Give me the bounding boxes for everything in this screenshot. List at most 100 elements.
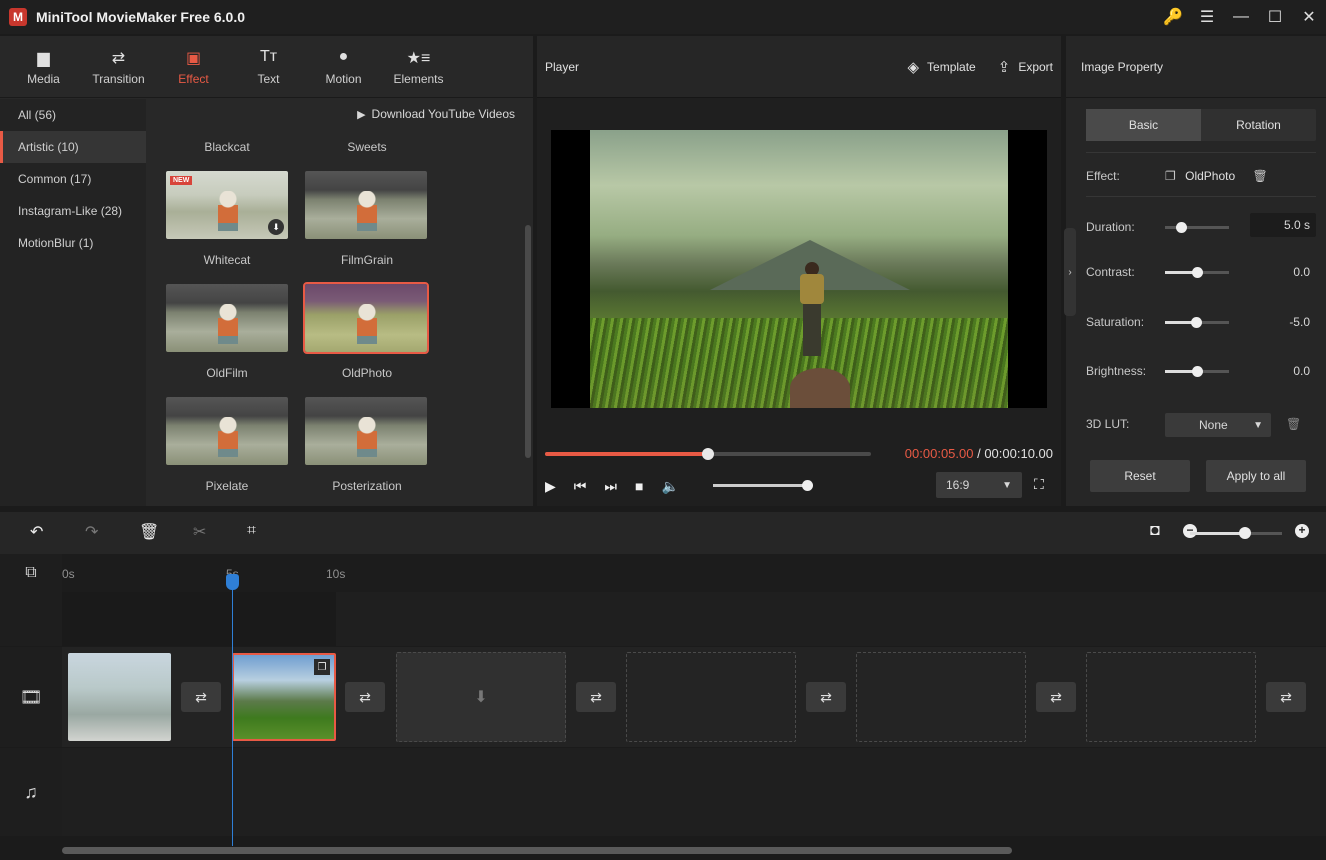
slider-knob[interactable] [1192, 366, 1203, 377]
export-button[interactable]: ⇪ Export [998, 58, 1053, 76]
tab-rotation[interactable]: Rotation [1201, 109, 1316, 141]
effect-thumb-oldphoto[interactable] [303, 282, 429, 354]
prev-frame-icon[interactable]: ⏮ [574, 478, 587, 495]
player-panel: Player ◈ Template ⇪ Export 00:00:05.00 /… [537, 36, 1061, 506]
effect-thumb-oldfilm[interactable] [166, 284, 288, 352]
tab-basic[interactable]: Basic [1086, 109, 1201, 141]
category-item-instagram-like[interactable]: Instagram-Like (28) [0, 195, 146, 227]
transition-icon[interactable]: ⇄ [181, 682, 221, 712]
redo-icon[interactable]: ↷ [85, 522, 98, 542]
transition-icon[interactable]: ⇄ [1036, 682, 1076, 712]
zoom-in-icon[interactable]: + [1295, 524, 1309, 538]
tab-text[interactable]: Tт Text [231, 36, 306, 97]
undo-icon[interactable]: ↶ [30, 522, 43, 542]
window-controls: 🔑 ☰ — ☐ ✕ [1156, 0, 1326, 34]
fullscreen-icon[interactable]: ⛶ [1034, 476, 1044, 493]
tab-transition[interactable]: ⇄ Transition [81, 36, 156, 97]
divider [1086, 196, 1316, 197]
key-icon[interactable]: 🔑 [1156, 0, 1190, 34]
effect-thumb-filmgrain[interactable] [305, 171, 427, 239]
maximize-icon[interactable]: ☐ [1258, 0, 1292, 34]
reset-button[interactable]: Reset [1090, 460, 1190, 492]
thumb-subject [357, 304, 377, 344]
category-item-artistic[interactable]: Artistic (10) [0, 131, 146, 163]
media-drop-slot[interactable] [1086, 652, 1256, 742]
lut-select[interactable]: None ▼ [1165, 413, 1271, 437]
download-youtube-link[interactable]: ▶ Download YouTube Videos [357, 107, 515, 121]
aspect-ratio-value: 16:9 [946, 478, 970, 492]
slider-knob[interactable] [1192, 267, 1203, 278]
menu-icon[interactable]: ☰ [1190, 0, 1224, 34]
timeline-scrollbar[interactable] [62, 847, 1012, 854]
transition-icon[interactable]: ⇄ [806, 682, 846, 712]
media-drop-slot[interactable] [856, 652, 1026, 742]
add-track-icon[interactable]: ⧉ [0, 554, 62, 592]
media-drop-slot[interactable]: ⬇ [396, 652, 566, 742]
transition-icon[interactable]: ⇄ [345, 682, 385, 712]
zoom-out-icon[interactable]: − [1183, 524, 1197, 538]
effect-thumb-whitecat[interactable]: NEW ⬇ [166, 171, 288, 239]
thumb-subject [218, 304, 238, 344]
aspect-ratio-select[interactable]: 16:9 ▼ [936, 472, 1022, 498]
transition-icon: ⇄ [111, 49, 126, 67]
category-item-all[interactable]: All (56) [0, 99, 146, 131]
video-clip-2[interactable]: ❐ [232, 653, 336, 741]
category-item-motionblur[interactable]: MotionBlur (1) [0, 227, 146, 259]
lut-trash-icon[interactable]: 🗑 [1286, 417, 1301, 431]
play-icon[interactable]: ▶ [545, 478, 556, 495]
category-item-common[interactable]: Common (17) [0, 163, 146, 195]
transition-icon[interactable]: ⇄ [576, 682, 616, 712]
delete-icon[interactable]: 🗑 [139, 522, 159, 542]
duration-input[interactable]: 5.0 s [1250, 213, 1316, 237]
effect-thumb-pixelate[interactable] [166, 397, 288, 465]
effect-grid: ▶ Download YouTube Videos Blackcat Sweet… [146, 99, 533, 506]
trash-icon[interactable]: 🗑 [1253, 169, 1268, 183]
library-scrollbar[interactable] [525, 225, 531, 458]
duration-slider[interactable] [1165, 222, 1229, 233]
audio-track[interactable] [62, 748, 1326, 836]
brightness-slider[interactable] [1165, 366, 1229, 377]
close-icon[interactable]: ✕ [1292, 0, 1326, 34]
apply-to-all-button[interactable]: Apply to all [1206, 460, 1306, 492]
volume-icon[interactable]: 🔈 [661, 478, 678, 495]
zoom-knob[interactable] [1239, 527, 1252, 539]
media-drop-slot[interactable] [626, 652, 796, 742]
overlay-track-gutter [0, 592, 62, 646]
volume-slider[interactable] [713, 480, 813, 491]
lut-label: 3D LUT: [1086, 417, 1130, 431]
playhead-handle[interactable] [226, 574, 239, 590]
tab-media[interactable]: ▆ Media [6, 36, 81, 97]
overlay-track[interactable] [62, 592, 1326, 646]
template-label: Template [927, 59, 976, 74]
clip-effect-icon: ❐ [314, 659, 330, 675]
transition-icon[interactable]: ⇄ [1266, 682, 1306, 712]
effect-thumb-posterization[interactable] [305, 397, 427, 465]
video-clip-1[interactable] [68, 653, 171, 741]
progress-knob[interactable] [702, 448, 714, 460]
crop-icon[interactable]: ⌗ [247, 522, 256, 540]
slider-knob[interactable] [1176, 222, 1187, 233]
audio-wave-icon[interactable]: ◘ [1150, 522, 1160, 540]
tab-effect[interactable]: ▣ Effect [156, 36, 231, 97]
effect-label-whitecat: Whitecat [203, 253, 251, 267]
timeline-ruler[interactable]: ⧉ 0s 5s 10s [0, 554, 1326, 592]
download-icon[interactable]: ⬇ [268, 219, 284, 235]
saturation-slider[interactable] [1165, 317, 1229, 328]
template-button[interactable]: ◈ Template [907, 58, 975, 76]
slider-knob[interactable] [1190, 317, 1202, 328]
tab-elements[interactable]: ★≡ Elements [381, 36, 456, 97]
minimize-icon[interactable]: — [1224, 0, 1258, 34]
preview-path [790, 368, 850, 408]
panel-collapse-handle[interactable]: › [1064, 228, 1076, 316]
library-panel: ▆ Media ⇄ Transition ▣ Effect Tт Text ● … [0, 36, 533, 506]
volume-knob[interactable] [802, 480, 813, 491]
contrast-slider[interactable] [1165, 267, 1229, 278]
app-logo-icon: M [9, 8, 27, 26]
tab-motion[interactable]: ● Motion [306, 36, 381, 97]
playback-progress[interactable] [545, 448, 871, 460]
split-icon[interactable]: ✂ [193, 522, 206, 542]
next-frame-icon[interactable]: ⏭ [604, 478, 617, 495]
video-preview[interactable] [551, 130, 1047, 408]
stop-icon[interactable]: ■ [635, 478, 643, 494]
timeline-zoom-slider[interactable] [1190, 527, 1282, 539]
